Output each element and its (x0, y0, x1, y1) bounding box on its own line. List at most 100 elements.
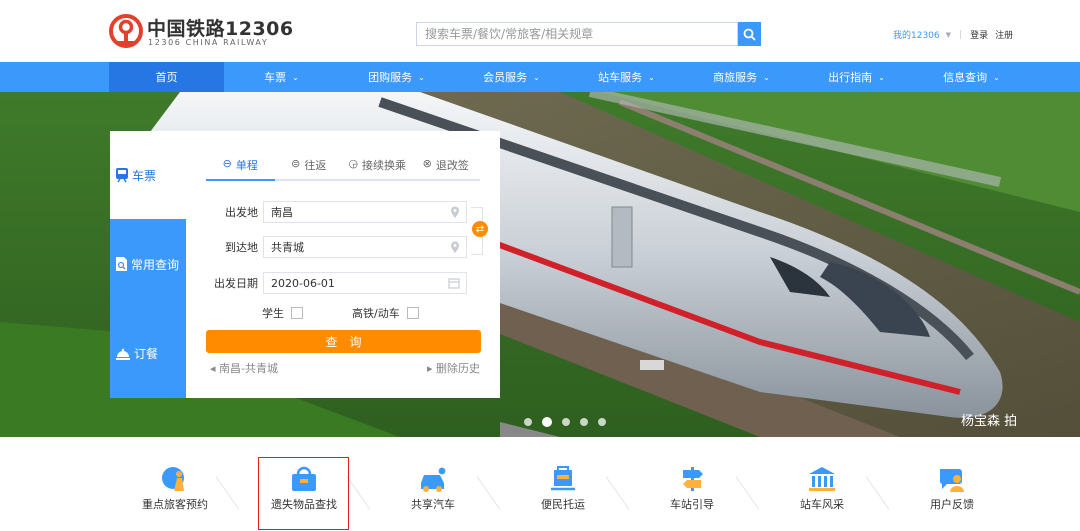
side-tab-tickets[interactable]: 车票 (110, 131, 186, 219)
nav-item-station[interactable]: 站车服务 ⌄ (569, 62, 684, 92)
main-nav: 首页 车票 ⌄ 团购服务 ⌄ 会员服务 ⌄ 站车服务 ⌄ 商旅服务 ⌄ 出行指南 ⌄ 信息查… (0, 62, 1080, 92)
service-consignment[interactable]: 便民托运 (508, 465, 618, 525)
nav-label: 商旅服务 (713, 71, 758, 84)
query-button[interactable]: 查询 (206, 330, 481, 353)
chevron-down-icon: ⌄ (292, 72, 299, 82)
ticket-options: 学生 高铁/动车 (206, 305, 480, 321)
chevron-down-icon: ⌄ (763, 72, 770, 82)
carousel-dot[interactable] (562, 418, 570, 426)
one-way-icon: ⊖ (222, 157, 232, 170)
chevron-down-icon: ⌄ (533, 72, 540, 82)
side-tab-meal[interactable]: 订餐 (110, 309, 186, 398)
clear-history-link[interactable]: ▸ 删除历史 (427, 360, 480, 376)
tab-transfer[interactable]: ◶ 接续换乘 (343, 157, 412, 179)
nav-item-guide[interactable]: 出行指南 ⌄ (799, 62, 914, 92)
highspeed-label: 高铁/动车 (352, 307, 400, 320)
tab-label: 往返 (304, 159, 327, 172)
nav-label: 车票 (264, 71, 287, 84)
nav-item-home[interactable]: 首页 (109, 62, 224, 92)
booking-side-tabs: 车票 常用查询 订餐 (110, 131, 186, 398)
divider: | (959, 29, 963, 40)
tab-one-way[interactable]: ⊖ 单程 (206, 157, 275, 181)
date-row: 出发日期 2020-06-01 (206, 272, 467, 294)
student-checkbox[interactable] (291, 307, 303, 319)
carousel-dot[interactable] (580, 418, 588, 426)
student-label: 学生 (262, 307, 284, 320)
from-value: 南昌 (271, 206, 293, 219)
tab-refund-change[interactable]: ⊗ 退改签 (412, 157, 481, 179)
from-label: 出发地 (225, 206, 258, 219)
nav-item-group[interactable]: 团购服务 ⌄ (339, 62, 454, 92)
location-pin-icon (451, 241, 459, 253)
chevron-down-icon: ⌄ (878, 72, 885, 82)
caret-right-icon: ▸ (426, 362, 436, 375)
nav-item-member[interactable]: 会员服务 ⌄ (454, 62, 569, 92)
side-tab-common-query[interactable]: 常用查询 (110, 219, 186, 309)
to-field[interactable]: 共青城 (263, 236, 467, 258)
nav-label: 会员服务 (483, 71, 528, 84)
carousel-dots (524, 417, 616, 427)
nav-label: 站车服务 (598, 71, 643, 84)
date-value: 2020-06-01 (271, 276, 335, 290)
transfer-icon: ◶ (348, 157, 359, 170)
nav-item-tickets[interactable]: 车票 ⌄ (224, 62, 339, 92)
history-item[interactable]: ◂ 南昌-共青城 (210, 360, 278, 376)
search-box (416, 22, 738, 46)
station-style-icon (809, 467, 835, 491)
carousel-dot[interactable] (598, 418, 606, 426)
service-bar: 重点旅客预约 遗失物品查找 共享汽车 便民托运 车站引导 站车风采 用户反馈 (0, 437, 1080, 531)
key-passenger-icon (162, 467, 184, 491)
trip-type-tabs: ⊖ 单程 ⊜ 往返 ◶ 接续换乘 ⊗ 退改签 (206, 157, 480, 181)
nav-label: 出行指南 (828, 71, 873, 84)
my-account-dropdown[interactable]: 我的12306 ▼ (893, 28, 951, 42)
carousel-dot[interactable] (524, 418, 532, 426)
service-shared-car[interactable]: 共享汽车 (378, 465, 488, 525)
register-link[interactable]: 注册 (995, 28, 1013, 41)
railway-logo-icon[interactable] (109, 14, 143, 48)
service-label: 车站引导 (670, 498, 714, 511)
calendar-icon (448, 278, 460, 289)
tab-label: 退改签 (435, 159, 469, 172)
logo-title[interactable]: 中国铁路12306 (147, 14, 294, 41)
clear-history-label: 删除历史 (436, 362, 480, 375)
nav-item-business[interactable]: 商旅服务 ⌄ (684, 62, 799, 92)
search-input[interactable] (417, 23, 737, 45)
to-value: 共青城 (271, 241, 304, 254)
highspeed-checkbox[interactable] (406, 307, 419, 319)
chevron-down-icon: ⌄ (648, 72, 655, 82)
from-field[interactable]: 南昌 (263, 201, 467, 223)
tab-label: 单程 (235, 159, 258, 172)
tab-round-trip[interactable]: ⊜ 往返 (275, 157, 344, 179)
date-label: 出发日期 (214, 277, 258, 290)
history-label: 南昌-共青城 (219, 362, 279, 375)
carousel-dot-active[interactable] (542, 417, 552, 427)
service-label: 重点旅客预约 (142, 498, 208, 511)
login-link[interactable]: 登录 (970, 28, 988, 41)
chevron-down-icon: ⌄ (993, 72, 1000, 82)
shared-car-icon (421, 466, 447, 492)
service-feedback[interactable]: 用户反馈 (897, 465, 1007, 525)
service-station-style[interactable]: 站车风采 (767, 465, 877, 525)
service-label: 站车风采 (800, 498, 844, 511)
document-search-icon (116, 257, 127, 271)
photo-credit: 杨宝森 拍 (961, 414, 1018, 429)
side-tab-label: 订餐 (134, 347, 159, 361)
date-field[interactable]: 2020-06-01 (263, 272, 467, 294)
nav-item-info[interactable]: 信息查询 ⌄ (914, 62, 1029, 92)
service-station-guide[interactable]: 车站引导 (637, 465, 747, 525)
to-label: 到达地 (225, 241, 258, 254)
nav-label: 团购服务 (368, 71, 413, 84)
swap-stations-icon[interactable]: ⇄ (472, 221, 488, 237)
to-row: 到达地 共青城 (206, 236, 467, 258)
train-icon (116, 168, 128, 183)
search-button[interactable] (738, 22, 761, 46)
logo-subtitle: 12306 CHINA RAILWAY (148, 38, 269, 47)
ticket-booking-panel: 车票 常用查询 订餐 ⊖单程 ⊜往返 ◶接续换乘 ⊗退改签 出发地 南昌 (110, 131, 500, 398)
search-icon (743, 28, 756, 41)
side-tab-label: 车票 (132, 168, 157, 183)
location-pin-icon (451, 206, 459, 218)
tab-label: 接续换乘 (362, 159, 407, 172)
student-option: 学生 (262, 305, 303, 321)
side-tab-label: 常用查询 (131, 257, 180, 272)
service-key-passenger[interactable]: 重点旅客预约 (120, 465, 230, 525)
